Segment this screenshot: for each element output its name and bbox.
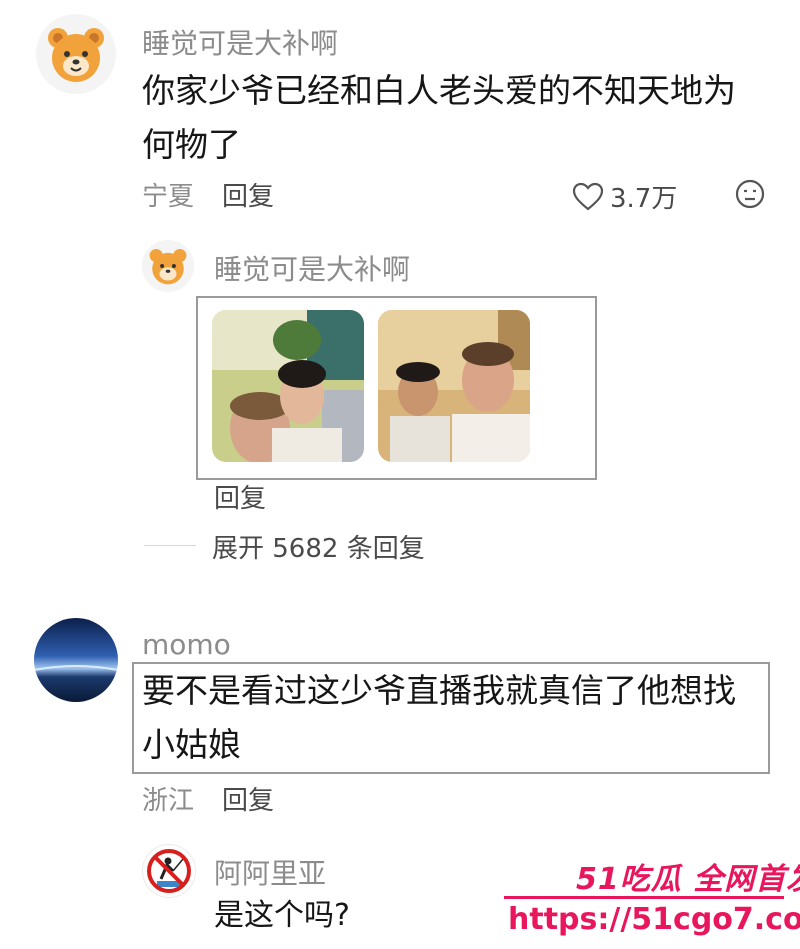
comment-text-highlight: 要不是看过这少爷直播我就真信了他想找小姑娘 — [132, 662, 770, 774]
earth-horizon-icon — [34, 618, 118, 702]
watermark-brand: 51吃瓜 全网首发 — [576, 862, 800, 897]
expand-replies-button[interactable]: 展开 5682 条回复 — [212, 528, 425, 565]
comment-text: 是这个吗? — [214, 898, 350, 933]
avatar[interactable] — [34, 618, 118, 702]
reply-username[interactable]: 睡觉可是大补啊 — [214, 248, 410, 288]
watermark-underline — [504, 896, 784, 899]
reply-button[interactable]: 回复 — [214, 478, 266, 515]
comment-text: 你家少爷已经和白人老头爱的不知天地为何物了 — [142, 71, 736, 164]
bear-icon — [149, 248, 187, 285]
comment-username[interactable]: 睡觉可是大补啊 — [142, 22, 338, 62]
comment-location: 宁夏 — [142, 182, 195, 212]
watermark-logo: 51吃瓜 全网首发 https://51cgo7.com — [500, 852, 800, 948]
avatar[interactable] — [36, 14, 116, 94]
selfie-photo-image — [378, 310, 530, 462]
reply-username[interactable]: 阿阿里亚 — [214, 852, 326, 892]
expand-replies-divider — [144, 545, 196, 546]
watermark-url: https://51cgo7.com — [508, 902, 800, 937]
comment-location: 浙江 — [142, 786, 195, 816]
bear-icon — [48, 28, 104, 82]
comment-username[interactable]: momo — [142, 628, 231, 661]
reply-avatar[interactable] — [142, 844, 196, 898]
reply-avatar[interactable] — [142, 240, 194, 292]
reply-photo[interactable] — [378, 310, 530, 462]
reply-photo[interactable] — [212, 310, 364, 462]
comment-text: 要不是看过这少爷直播我就真信了他想找小姑娘 — [142, 671, 736, 764]
like-button[interactable]: 3.7万 — [572, 178, 677, 215]
selfie-photo-image — [212, 310, 364, 462]
neutral-face-icon — [735, 179, 765, 209]
reply-button[interactable]: 回复 — [222, 780, 274, 817]
heart-icon — [572, 182, 604, 210]
no-fishing-sign-icon — [147, 849, 191, 893]
like-count: 3.7万 — [610, 184, 678, 214]
reply-image-group — [196, 296, 597, 480]
reply-button[interactable]: 回复 — [222, 176, 274, 213]
dislike-button[interactable] — [734, 178, 766, 214]
